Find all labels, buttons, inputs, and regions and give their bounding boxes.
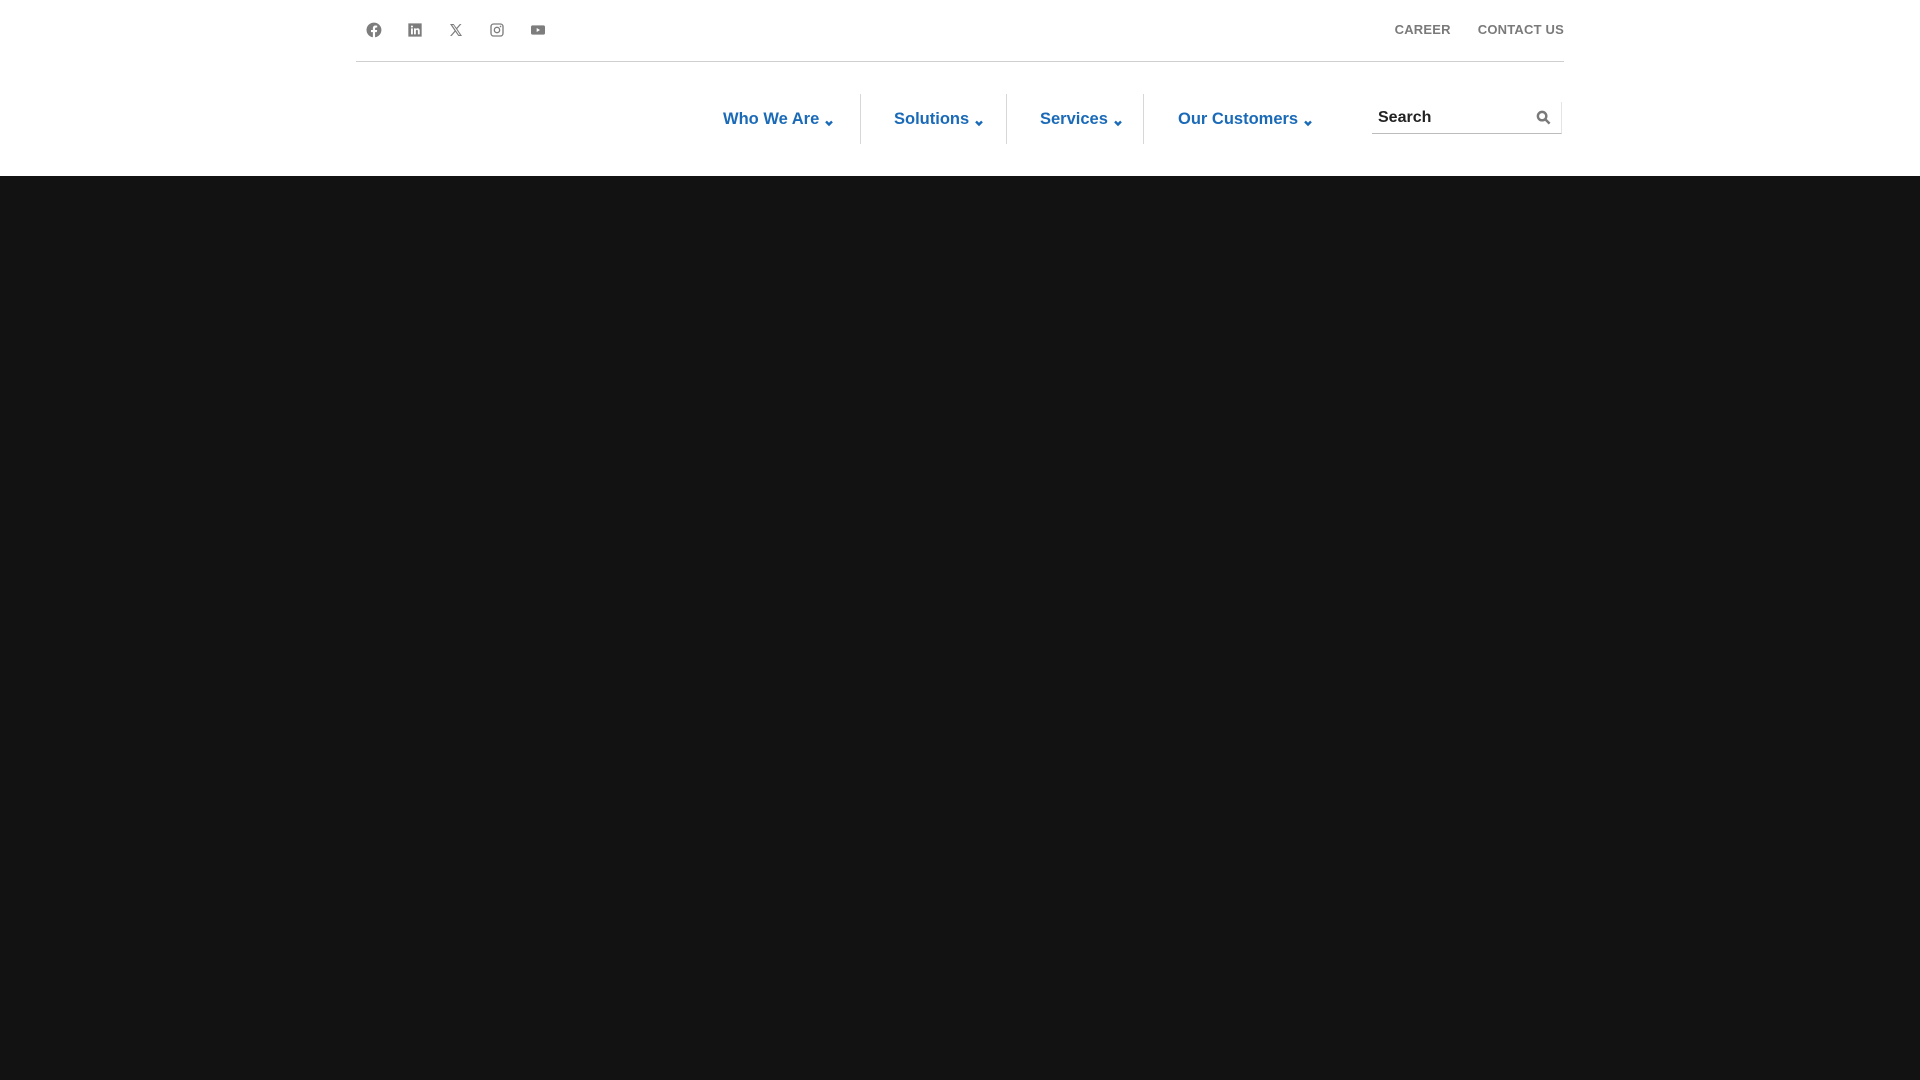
instagram-link[interactable] xyxy=(487,20,507,40)
nav-item-label: Solutions xyxy=(894,109,970,128)
career-link[interactable]: CAREER xyxy=(1395,22,1451,37)
social-links xyxy=(364,20,569,40)
contact-us-link[interactable]: CONTACT US xyxy=(1478,22,1564,37)
nav-divider xyxy=(1143,94,1144,144)
main-nav: Who We Are Solutions Services Our Custom… xyxy=(0,94,1563,144)
x-link[interactable] xyxy=(446,20,466,40)
nav-item-who-we-are[interactable]: Who We Are xyxy=(723,94,834,144)
nav-divider xyxy=(1006,94,1007,144)
nav-item-label: Our Customers xyxy=(1178,109,1299,128)
youtube-link[interactable] xyxy=(528,20,548,40)
chevron-down-icon xyxy=(1113,114,1123,127)
chevron-down-icon xyxy=(974,114,984,127)
chevron-down-icon xyxy=(824,114,834,127)
nav-item-solutions[interactable]: Solutions xyxy=(894,94,984,144)
facebook-icon xyxy=(366,22,382,38)
linkedin-link[interactable] xyxy=(405,20,425,40)
x-icon xyxy=(450,24,462,36)
linkedin-icon xyxy=(408,23,422,37)
youtube-icon xyxy=(531,25,545,35)
nav-divider xyxy=(860,94,861,144)
top-bar: CAREER CONTACT US xyxy=(356,0,1564,62)
utility-links: CAREER CONTACT US xyxy=(1368,22,1564,37)
nav-item-label: Who We Are xyxy=(723,109,820,128)
facebook-link[interactable] xyxy=(364,20,384,40)
nav-item-label: Services xyxy=(1040,109,1108,128)
nav-item-services[interactable]: Services xyxy=(1040,94,1123,144)
nav-item-our-customers[interactable]: Our Customers xyxy=(1178,94,1313,144)
search-input[interactable] xyxy=(1378,106,1528,130)
search-box xyxy=(1372,102,1562,134)
search-icon xyxy=(1536,110,1551,125)
site-header: CAREER CONTACT US Who We Are Solutions S… xyxy=(0,0,1920,176)
instagram-icon xyxy=(490,23,504,37)
search-button[interactable] xyxy=(1536,110,1551,125)
hero-banner xyxy=(0,176,1920,1080)
chevron-down-icon xyxy=(1303,114,1313,127)
